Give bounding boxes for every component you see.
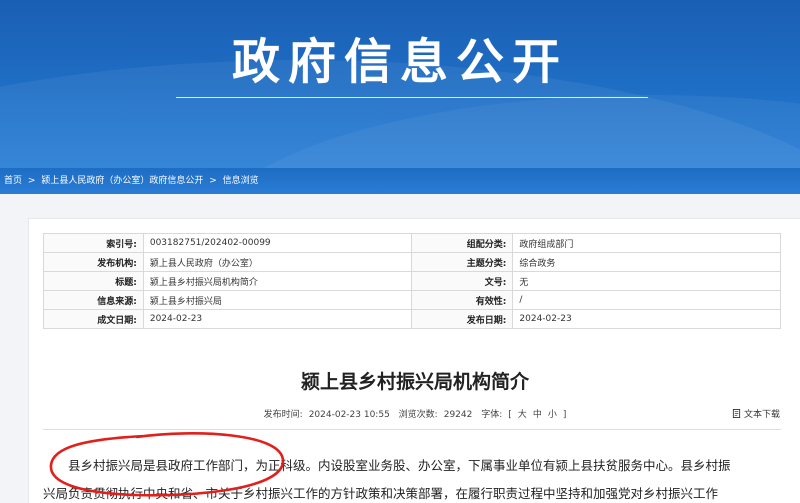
article-meta-line: 发布时间: 2024-02-23 10:55 浏览次数: 29242 字体: [ 大中小… — [29, 407, 800, 420]
meta-row: 发布机构: 颍上县人民政府（办公室） 主题分类: 综合政务 — [43, 252, 781, 272]
meta-key: 主题分类: — [410, 252, 514, 272]
meta-row: 成文日期: 2024-02-23 发布日期: 2024-02-23 — [43, 309, 781, 329]
meta-value: 颍上县乡村振兴局机构简介 — [142, 271, 412, 291]
meta-value: 2024-02-23 — [512, 309, 781, 329]
article-card: 索引号: 003182751/202402-00099 组配分类: 政府组成部门 发布机… — [28, 218, 800, 503]
breadcrumb-home-link[interactable]: 首页 — [4, 176, 22, 186]
font-size-medium-button[interactable]: 中 — [533, 410, 542, 420]
meta-row: 索引号: 003182751/202402-00099 组配分类: 政府组成部门 — [43, 233, 781, 253]
article-title: 颍上县乡村振兴局机构简介 — [300, 371, 529, 393]
content-area: 索引号: 003182751/202402-00099 组配分类: 政府组成部门 发布机… — [0, 194, 800, 503]
divider — [43, 429, 781, 430]
meta-value: 无 — [512, 271, 781, 291]
article-paragraph: 兴局负责贯彻执行中央和省、市关于乡村振兴工作的方针政策和决策部署，在履行职责过程… — [43, 486, 719, 501]
breadcrumb-current: 信息浏览 — [222, 176, 259, 186]
banner-underline — [176, 97, 648, 98]
text-download-label: 文本下载 — [743, 410, 780, 420]
views-label: 浏览次数: — [398, 410, 438, 420]
meta-row: 标题: 颍上县乡村振兴局机构简介 文号: 无 — [43, 271, 781, 291]
article-paragraph: 县乡村振兴局是县政府工作部门，为正科级。内设股室业务股、办公室，下属事业单位有颍… — [68, 458, 731, 473]
font-size-small-button[interactable]: 小 — [548, 410, 557, 420]
breadcrumb-gov-info-link[interactable]: 颍上县人民政府（办公室）政府信息公开 — [41, 176, 203, 186]
text-download-button[interactable]: 文本下载 — [732, 407, 780, 420]
publish-time-value: 2024-02-23 10:55 — [308, 410, 390, 420]
meta-value: 颍上县人民政府（办公室） — [142, 252, 412, 272]
meta-value: 2024-02-23 — [142, 309, 412, 329]
publish-time-label: 发布时间: — [263, 410, 303, 420]
meta-value: 003182751/202402-00099 — [142, 233, 412, 253]
meta-key: 发布机构: — [43, 252, 144, 272]
meta-key: 信息来源: — [43, 290, 144, 310]
meta-key: 发布日期: — [410, 309, 514, 329]
breadcrumb: 首页 > 颍上县人民政府（办公室）政府信息公开 > 信息浏览 — [0, 168, 800, 194]
meta-key: 标题: — [43, 271, 144, 291]
font-size-open-bracket: [ — [508, 410, 512, 420]
meta-key: 组配分类: — [410, 233, 514, 253]
meta-key: 索引号: — [43, 233, 144, 253]
meta-key: 有效性: — [410, 290, 514, 310]
banner-title: 政府信息公开 — [231, 34, 568, 90]
meta-value: 政府组成部门 — [512, 233, 781, 253]
font-size-large-button[interactable]: 大 — [518, 410, 527, 420]
breadcrumb-separator: > — [209, 176, 217, 186]
header-banner: 政府信息公开 — [0, 0, 800, 168]
meta-value: / — [512, 290, 781, 310]
meta-key: 文号: — [410, 271, 514, 291]
breadcrumb-separator: > — [27, 176, 36, 186]
views-count: 29242 — [443, 410, 473, 420]
meta-value: 综合政务 — [512, 252, 781, 272]
document-icon — [732, 409, 741, 418]
meta-row: 信息来源: 颍上县乡村振兴局 有效性: / — [43, 290, 781, 310]
meta-value: 颍上县乡村振兴局 — [142, 290, 412, 310]
font-size-close-bracket: ] — [562, 410, 567, 420]
font-size-label: 字体: — [481, 410, 503, 420]
article-body: 县乡村振兴局是县政府工作部门，为正科级。内设股室业务股、办公室，下属事业单位有颍… — [43, 452, 800, 503]
info-meta-table: 索引号: 003182751/202402-00099 组配分类: 政府组成部门 发布机… — [43, 233, 781, 329]
meta-key: 成文日期: — [43, 309, 144, 329]
